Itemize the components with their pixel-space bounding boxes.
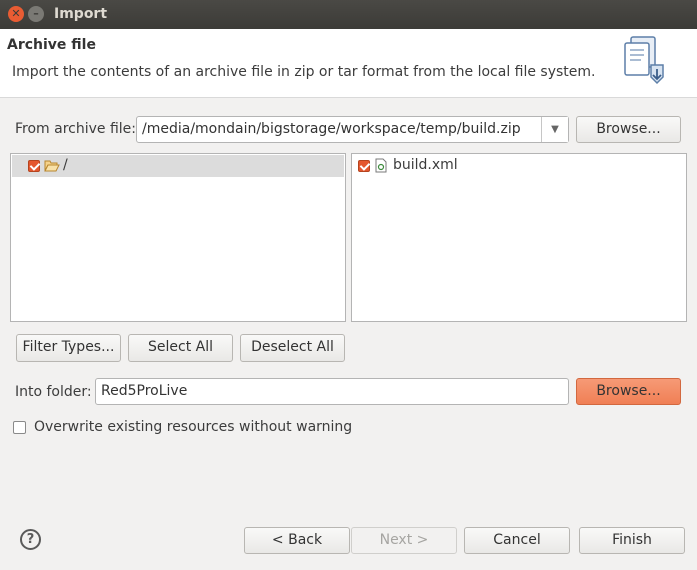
folder-open-icon xyxy=(44,160,60,172)
overwrite-label[interactable]: Overwrite existing resources without war… xyxy=(34,419,352,435)
page-description: Import the contents of an archive file i… xyxy=(12,64,596,80)
browse-folder-button[interactable]: Browse... xyxy=(576,378,681,405)
file-list[interactable]: build.xml xyxy=(351,153,687,322)
finish-button[interactable]: Finish xyxy=(579,527,685,554)
into-folder-input[interactable]: Red5ProLive xyxy=(95,378,569,405)
minimize-window-button[interactable]: – xyxy=(28,6,44,22)
archive-file-label: From archive file: xyxy=(15,121,137,137)
wizard-header: Archive file Import the contents of an a… xyxy=(0,29,697,98)
import-archive-icon xyxy=(624,36,664,85)
into-folder-label: Into folder: xyxy=(15,384,92,400)
archive-file-value: /media/mondain/bigstorage/workspace/temp… xyxy=(142,121,521,137)
help-icon[interactable]: ? xyxy=(20,529,41,550)
next-button: Next > xyxy=(351,527,457,554)
select-all-button[interactable]: Select All xyxy=(128,334,233,362)
archive-file-combo[interactable]: /media/mondain/bigstorage/workspace/temp… xyxy=(136,116,569,143)
folder-label: / xyxy=(63,157,68,173)
title-bar: ✕ – Import xyxy=(0,0,697,29)
window-title: Import xyxy=(54,6,108,22)
file-checkbox[interactable] xyxy=(358,160,370,172)
page-title: Archive file xyxy=(7,37,96,53)
folder-checkbox[interactable] xyxy=(28,160,40,172)
folder-tree[interactable]: / xyxy=(10,153,346,322)
close-window-button[interactable]: ✕ xyxy=(8,6,24,22)
tree-row[interactable]: / xyxy=(12,155,344,177)
chevron-down-icon[interactable]: ▼ xyxy=(541,117,568,142)
browse-archive-button[interactable]: Browse... xyxy=(576,116,681,143)
deselect-all-button[interactable]: Deselect All xyxy=(240,334,345,362)
back-button[interactable]: < Back xyxy=(244,527,350,554)
cancel-button[interactable]: Cancel xyxy=(464,527,570,554)
file-label: build.xml xyxy=(393,157,458,173)
xml-file-icon xyxy=(375,158,387,173)
list-item[interactable]: build.xml xyxy=(353,155,685,177)
filter-types-button[interactable]: Filter Types... xyxy=(16,334,121,362)
into-folder-value: Red5ProLive xyxy=(101,383,188,399)
overwrite-checkbox[interactable] xyxy=(13,421,26,434)
